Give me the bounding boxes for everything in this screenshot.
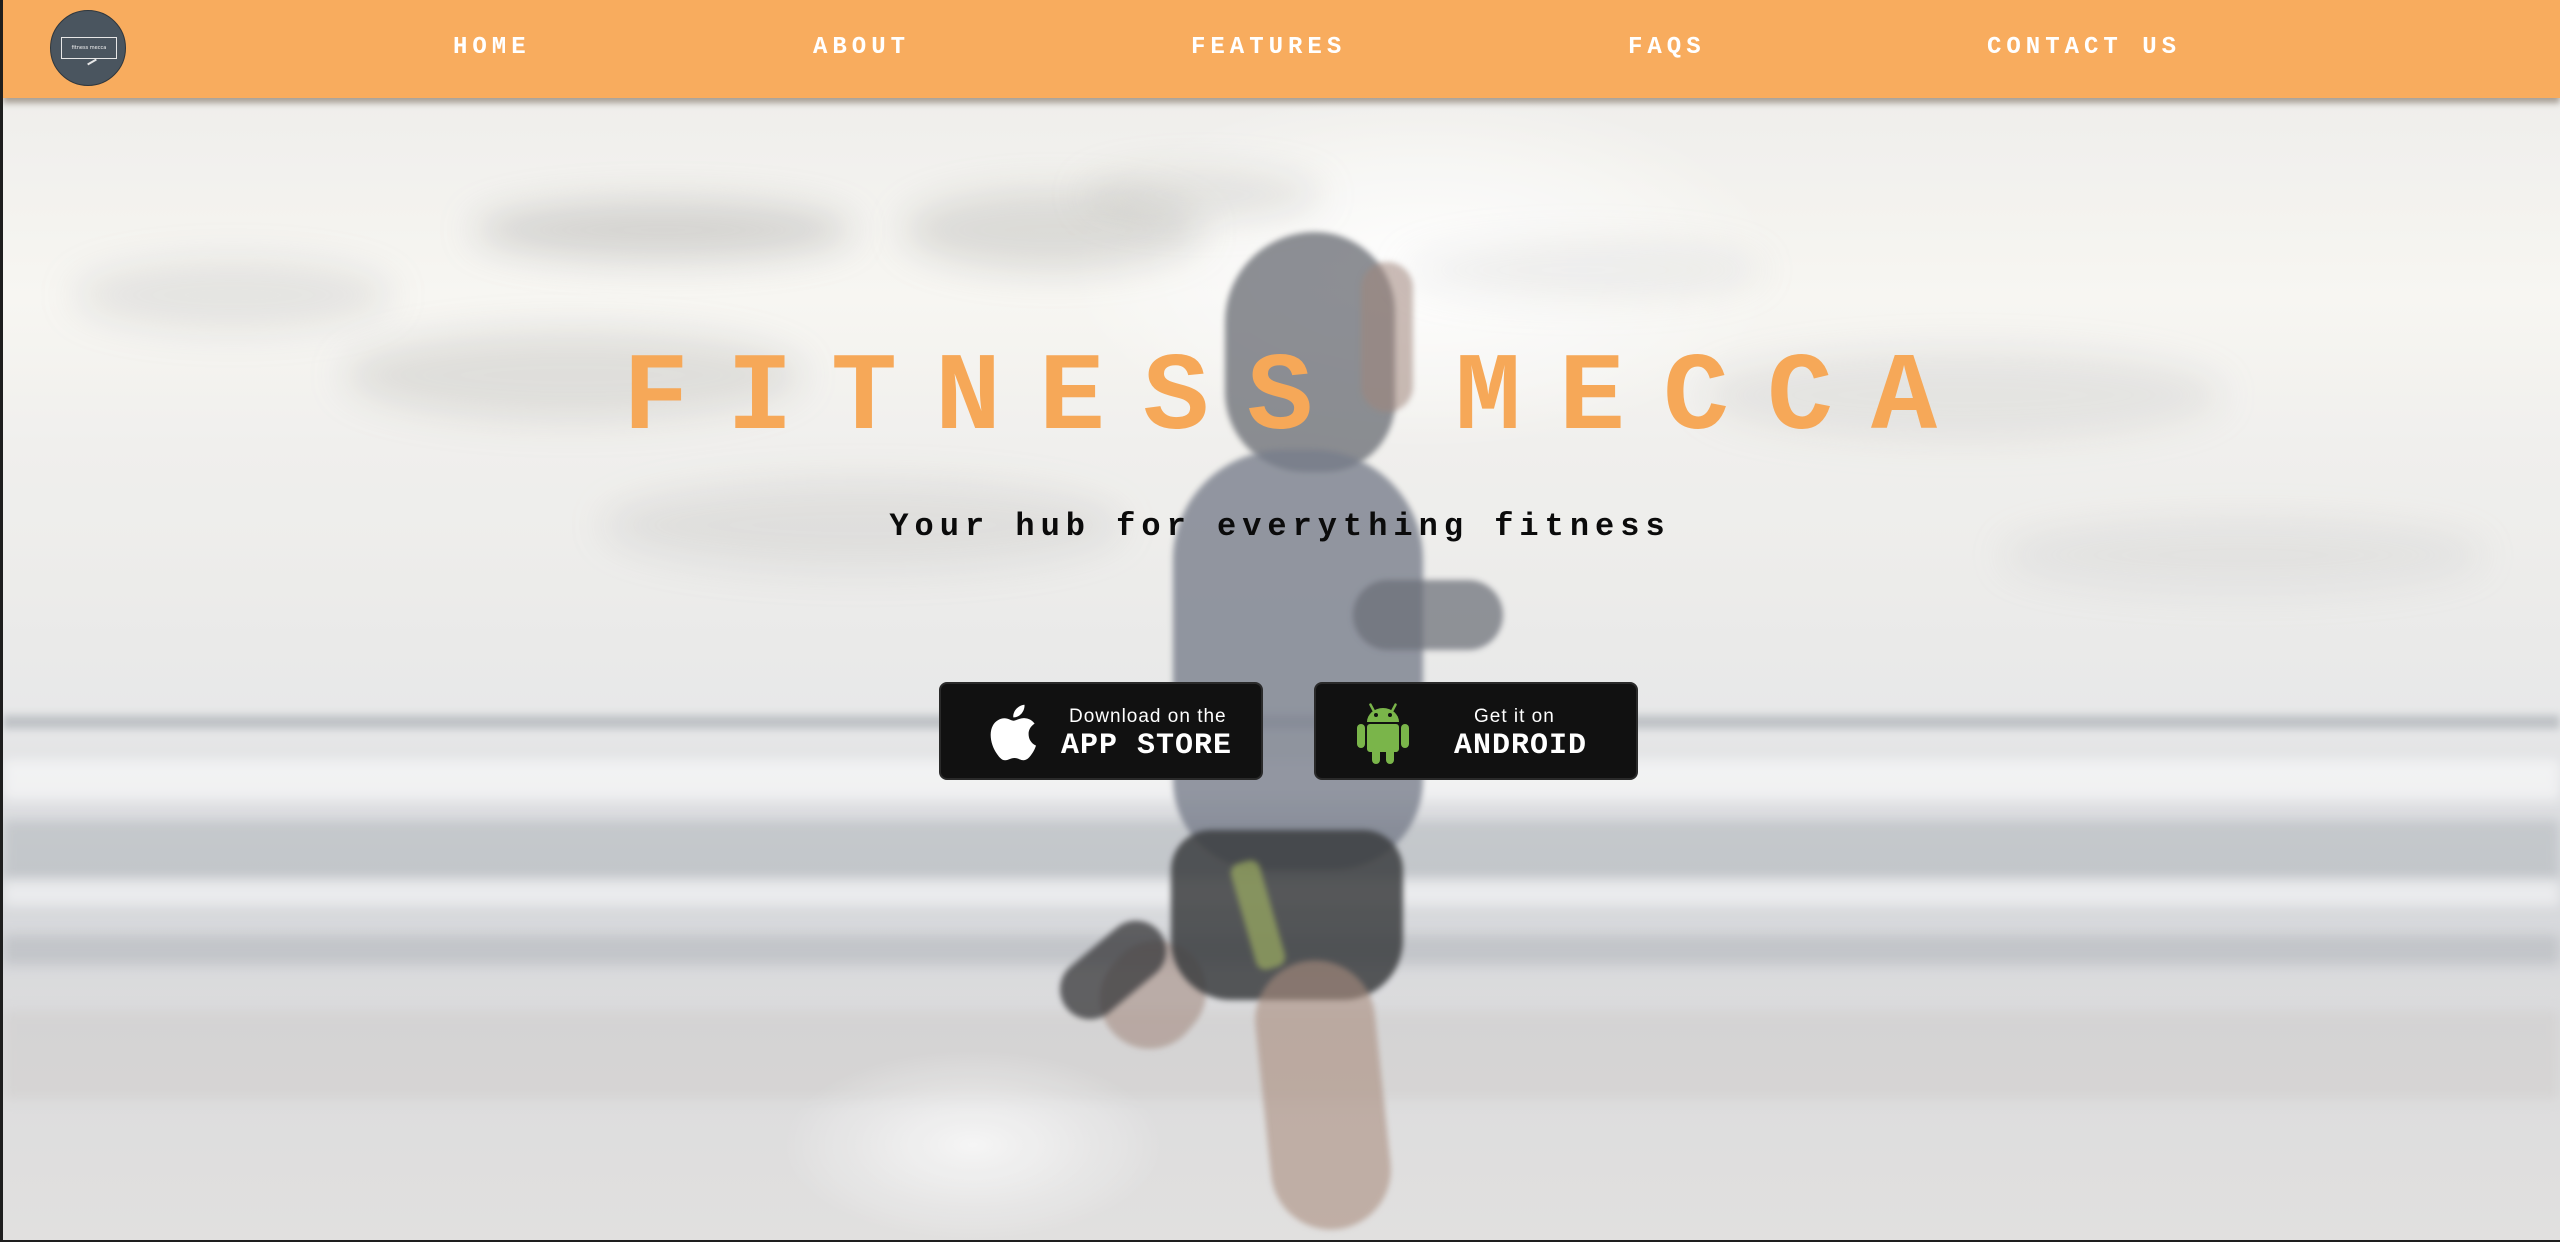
logo-icon[interactable]: fitness mecca <box>50 10 126 86</box>
hero-subtitle: Your hub for everything fitness <box>889 508 1671 545</box>
app-store-button[interactable]: Download on the APP STORE <box>939 682 1263 780</box>
nav-link-home[interactable]: HOME <box>453 34 531 62</box>
app-store-big-text: APP STORE <box>1061 729 1233 763</box>
android-icon <box>1354 700 1412 771</box>
logo-text: fitness mecca <box>71 44 107 51</box>
apple-icon <box>981 700 1039 769</box>
nav-link-contact-us[interactable]: CONTACT US <box>1987 34 2181 62</box>
navbar: fitness mecca HOME ABOUT FEATURES FAQS C… <box>3 0 2560 98</box>
hero-overlay <box>3 0 2560 1240</box>
app-store-small-text: Download on the <box>1069 706 1227 727</box>
hero-background-image <box>3 0 2560 1240</box>
logo-mark <box>87 58 97 66</box>
nav-link-features[interactable]: FEATURES <box>1191 34 1346 62</box>
hero-title: FITNESS MECCA <box>622 337 1976 462</box>
android-button[interactable]: Get it on ANDROID <box>1314 682 1638 780</box>
nav-link-about[interactable]: ABOUT <box>813 34 910 62</box>
android-small-text: Get it on <box>1474 706 1555 727</box>
logo-frame: fitness mecca <box>61 37 117 59</box>
nav-link-faqs[interactable]: FAQS <box>1628 34 1706 62</box>
page: fitness mecca HOME ABOUT FEATURES FAQS C… <box>0 0 2560 1242</box>
android-big-text: ANDROID <box>1454 729 1588 763</box>
